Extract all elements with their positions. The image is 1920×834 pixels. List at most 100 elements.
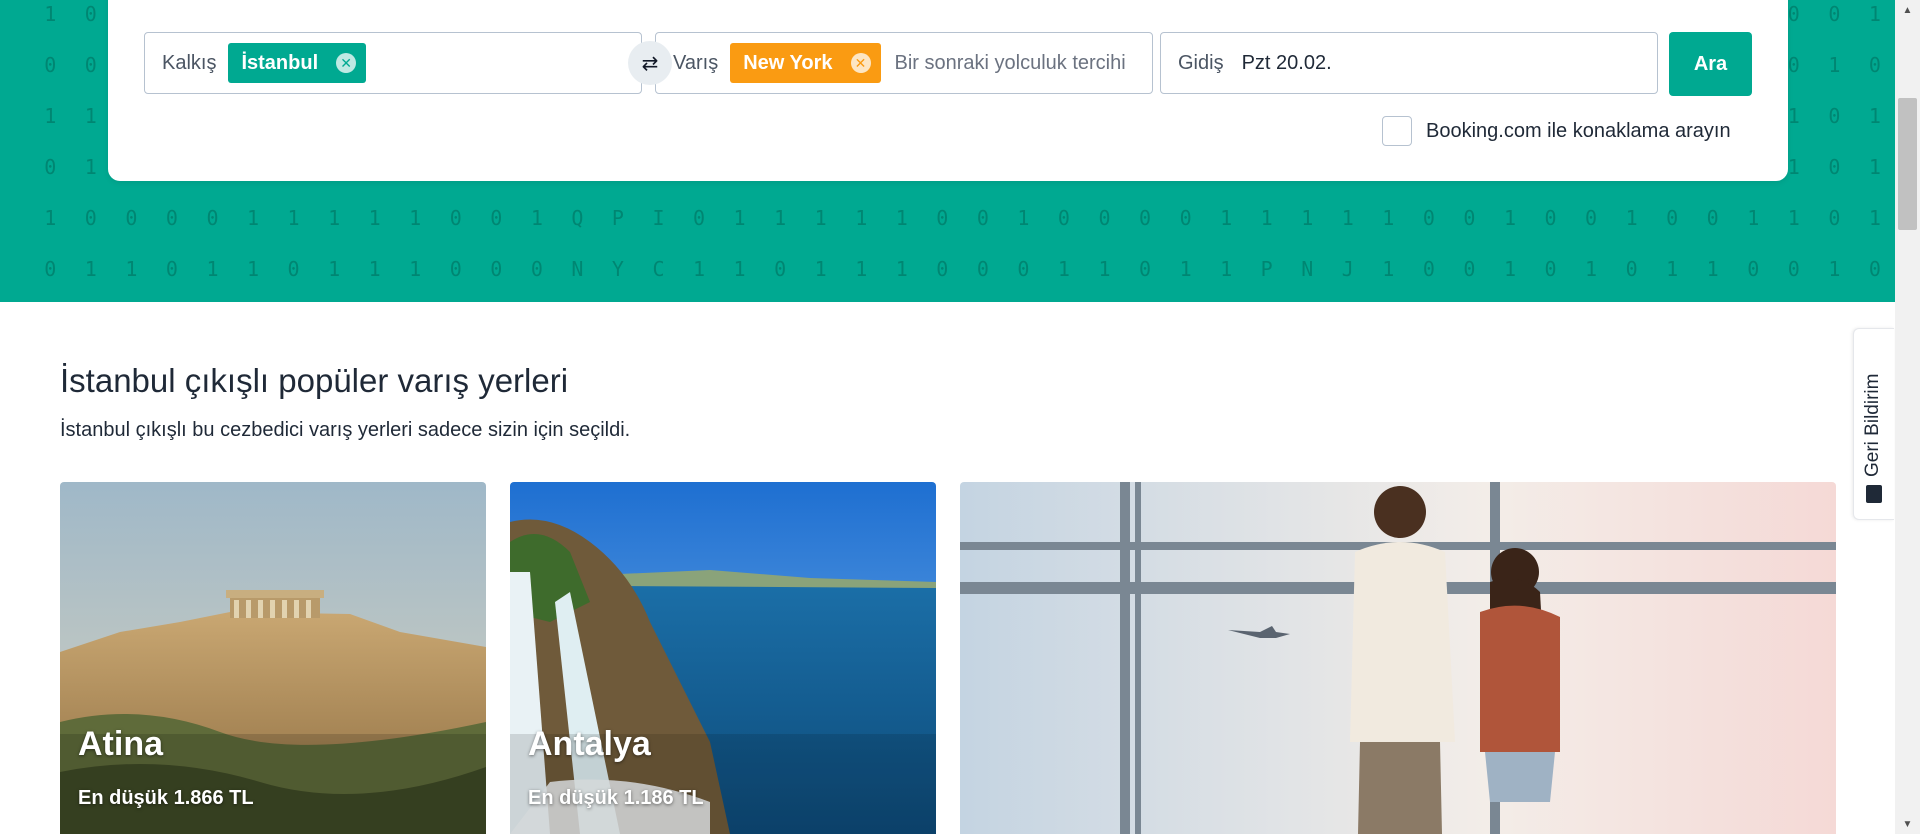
destination-name: Antalya [528, 725, 651, 763]
binary-digit: 1 [1179, 257, 1192, 281]
binary-digit: 1 [328, 257, 341, 281]
binary-digit: 0 [1463, 257, 1476, 281]
binary-digit: 0 [1828, 155, 1841, 179]
binary-digit: 0 [1463, 206, 1476, 230]
binary-digit: 1 [733, 257, 746, 281]
binary-digit: 1 [1098, 257, 1111, 281]
booking-option[interactable]: Booking.com ile konaklama arayın [1382, 116, 1731, 146]
binary-digit: J [1341, 257, 1354, 281]
binary-digit: 0 [44, 53, 57, 77]
binary-digit: 1 [1017, 206, 1030, 230]
binary-digit: 0 [1868, 53, 1881, 77]
airport-couple-photo [960, 482, 1836, 834]
binary-digit: 1 [1706, 257, 1719, 281]
binary-digit: 1 [530, 206, 543, 230]
binary-digit: 1 [733, 206, 746, 230]
binary-digit: 1 [1220, 206, 1233, 230]
destination-chip[interactable]: New York ✕ [730, 43, 881, 83]
binary-digit: 0 [44, 257, 57, 281]
origin-label: Kalkış [162, 51, 217, 74]
binary-digit: 0 [1706, 206, 1719, 230]
binary-digit: 0 [490, 257, 503, 281]
departure-field[interactable]: Gidiş Pzt 20.02. [1160, 32, 1658, 94]
binary-digit: 0 [84, 206, 97, 230]
feedback-icon [1866, 485, 1882, 503]
binary-digit: 1 [328, 206, 341, 230]
binary-digit: 1 [1382, 206, 1395, 230]
binary-digit-row: 1 0 0 0 0 1 1 1 1 1 0 0 1 Q P I 0 1 1 1 1 1 0 0 1 0 0 0 0 1 1 1 1 1 0 0 1 0 0 1… [30, 206, 1895, 236]
binary-digit: 0 [165, 206, 178, 230]
binary-digit: 1 [1341, 206, 1354, 230]
binary-digit: 1 [409, 206, 422, 230]
booking-checkbox[interactable] [1382, 116, 1412, 146]
binary-digit: 1 [1868, 206, 1881, 230]
destination-placeholder[interactable]: Bir sonraki yolculuk tercihi [895, 52, 1153, 75]
binary-digit: 0 [1747, 257, 1760, 281]
binary-digit: 1 [1828, 53, 1841, 77]
binary-digit: 1 [855, 206, 868, 230]
binary-digit: 0 [1828, 206, 1841, 230]
binary-digit: 0 [774, 257, 787, 281]
binary-digit: 1 [1625, 206, 1638, 230]
page-scrollbar[interactable]: ▲ ▼ [1895, 0, 1920, 834]
binary-digit: N [1301, 257, 1314, 281]
binary-digit: 1 [1585, 257, 1598, 281]
binary-digit: 1 [84, 104, 97, 128]
binary-digit: 1 [206, 257, 219, 281]
origin-field[interactable]: Kalkış İstanbul ✕ [144, 32, 642, 94]
binary-digit: 0 [936, 206, 949, 230]
promo-image-card[interactable] [960, 482, 1836, 834]
binary-digit: 0 [206, 206, 219, 230]
section-subtitle: İstanbul çıkışlı bu cezbedici varış yerl… [60, 419, 631, 441]
binary-digit: 1 [44, 2, 57, 26]
binary-digit: 0 [1179, 206, 1192, 230]
binary-digit: P [1260, 257, 1273, 281]
destination-price: En düşük 1.866 TL [78, 787, 254, 809]
binary-digit: 0 [1666, 206, 1679, 230]
binary-digit: 0 [287, 257, 300, 281]
binary-digit: 1 [895, 206, 908, 230]
binary-digit: Q [571, 206, 584, 230]
scroll-up-arrow-icon[interactable]: ▲ [1895, 0, 1920, 20]
binary-digit: 1 [1747, 206, 1760, 230]
binary-digit: 0 [1828, 104, 1841, 128]
binary-digit: 0 [1544, 206, 1557, 230]
binary-digit: 0 [44, 155, 57, 179]
close-circle-icon[interactable]: ✕ [336, 53, 357, 73]
binary-digit: 1 [1787, 206, 1800, 230]
binary-digit: 1 [246, 257, 260, 281]
binary-digit: 0 [84, 2, 97, 26]
athens-photo [60, 482, 486, 834]
binary-digit: 0 [1585, 206, 1598, 230]
binary-digit: 0 [976, 257, 989, 281]
swap-button[interactable]: ⇄ [628, 41, 672, 85]
binary-digit: I [652, 206, 665, 230]
binary-digit: 0 [165, 257, 178, 281]
binary-digit: 0 [936, 257, 949, 281]
binary-digit: 1 [1503, 206, 1516, 230]
binary-digit: 1 [409, 257, 422, 281]
close-circle-icon[interactable]: ✕ [850, 53, 871, 73]
origin-chip-label: İstanbul [241, 51, 319, 74]
destination-field[interactable]: Varış New York ✕ Bir sonraki yolculuk te… [655, 32, 1153, 94]
binary-digit: 1 [1868, 155, 1881, 179]
binary-digit: 0 [490, 206, 503, 230]
scroll-thumb[interactable] [1898, 98, 1917, 230]
binary-digit: 1 [368, 206, 381, 230]
binary-digit: 0 [1544, 257, 1557, 281]
binary-digit: 1 [855, 257, 868, 281]
feedback-tab[interactable]: Geri Bildirim [1853, 328, 1894, 520]
destination-card-antalya[interactable]: Antalya En düşük 1.186 TL [510, 482, 936, 834]
search-button[interactable]: Ara [1669, 32, 1752, 96]
binary-digit: 1 [1666, 257, 1679, 281]
binary-digit: 1 [1220, 257, 1233, 281]
binary-digit: 1 [814, 206, 827, 230]
departure-label: Gidiş [1178, 51, 1224, 74]
origin-chip[interactable]: İstanbul ✕ [228, 43, 367, 83]
binary-digit: 1 [814, 257, 827, 281]
binary-digit: 1 [125, 257, 138, 281]
destination-card-atina[interactable]: Atina En düşük 1.866 TL [60, 482, 486, 834]
binary-digit: C [652, 257, 665, 281]
binary-digit: 0 [1868, 257, 1881, 281]
scroll-down-arrow-icon[interactable]: ▼ [1895, 814, 1920, 834]
